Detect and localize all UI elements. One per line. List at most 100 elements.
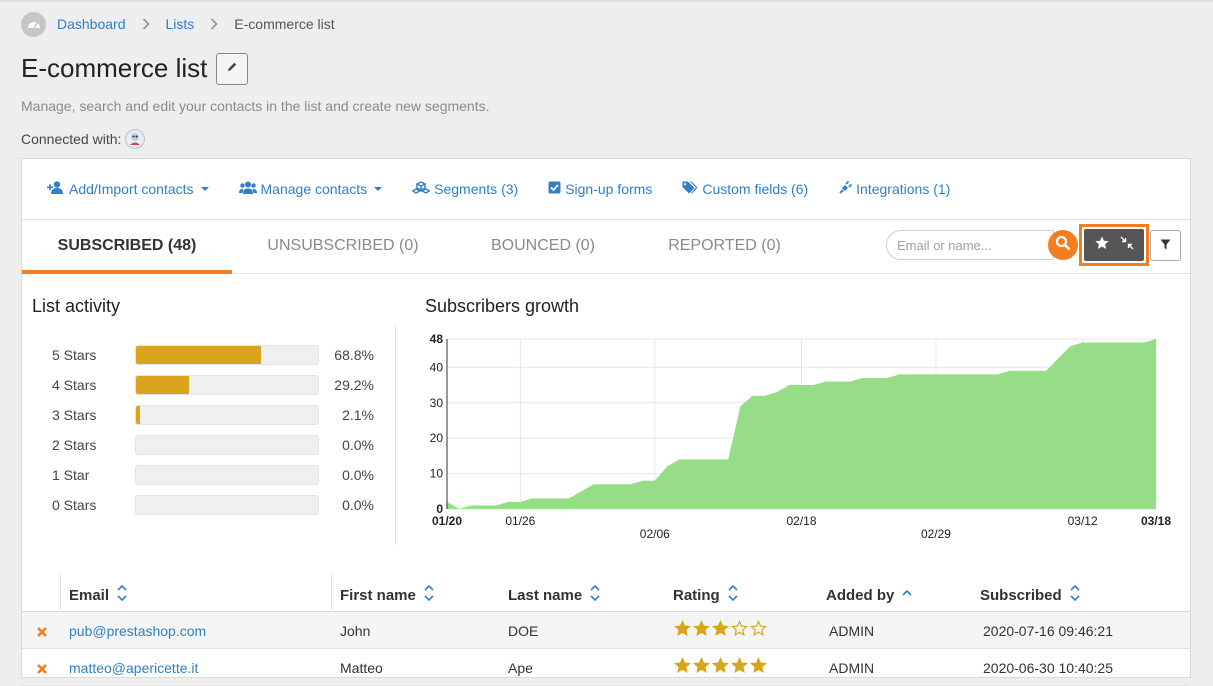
manage-contacts-button[interactable]: Manage contacts [238, 181, 383, 197]
tab-bounced[interactable]: BOUNCED (0) [470, 220, 616, 274]
star-filled-icon[interactable] [712, 657, 729, 677]
sort-icon [728, 584, 738, 606]
contact-email-link[interactable]: pub@prestashop.com [69, 623, 206, 639]
segments-link[interactable]: Segments (3) [411, 180, 518, 198]
search-button[interactable] [1048, 230, 1078, 260]
x-tick-label: 03/12 [1068, 514, 1098, 528]
rating-stars[interactable] [674, 657, 767, 677]
delete-icon[interactable] [36, 662, 48, 678]
rating-bar-row: 2 Stars 0.0% [52, 435, 382, 455]
y-tick-label: 40 [430, 360, 444, 374]
chevron-right-icon [210, 18, 218, 30]
cubes-icon [411, 180, 434, 198]
filter-button[interactable] [1150, 230, 1181, 261]
delete-icon[interactable] [36, 625, 48, 641]
prestashop-logo-icon[interactable] [125, 129, 146, 149]
sort-icon [117, 584, 127, 606]
tab-unsubscribed[interactable]: UNSUBSCRIBED (0) [250, 220, 436, 274]
rating-bar-label: 0 Stars [52, 497, 97, 513]
col-added-by[interactable]: Added by [826, 584, 912, 606]
add-import-contacts-button[interactable]: Add/Import contacts [47, 181, 209, 197]
contact-email-link[interactable]: matteo@apericette.it [69, 660, 198, 676]
integrations-link[interactable]: Integrations (1) [838, 180, 950, 198]
star-icon [1094, 235, 1110, 256]
tab-subscribed[interactable]: SUBSCRIBED (48) [22, 220, 232, 274]
page-title: E-commerce list [21, 53, 208, 83]
connected-with: Connected with: [21, 129, 146, 149]
contact-first-name: Matteo [340, 660, 383, 676]
tags-icon [682, 181, 702, 197]
x-tick-label: 02/18 [786, 514, 816, 528]
rating-bar-label: 2 Stars [52, 437, 97, 453]
rating-bar-track [135, 375, 319, 395]
tab-reported[interactable]: REPORTED (0) [652, 220, 797, 274]
breadcrumb-current: E-commerce list [234, 16, 335, 32]
col-added-by-label: Added by [826, 586, 895, 604]
list-panel: Add/Import contacts Manage contacts Segm… [21, 158, 1191, 686]
star-filled-icon[interactable] [731, 657, 748, 677]
rating-bar-percent: 68.8% [334, 347, 374, 363]
rating-bar-fill [136, 406, 140, 424]
breadcrumb: Dashboard Lists E-commerce list [21, 11, 335, 37]
col-email-label: Email [69, 586, 110, 604]
rating-bar-fill [136, 346, 262, 364]
breadcrumb-dashboard-link[interactable]: Dashboard [57, 16, 126, 32]
star-empty-icon[interactable] [731, 620, 748, 640]
col-email[interactable]: Email [69, 584, 127, 606]
section-divider [395, 325, 396, 545]
plug-icon [838, 180, 856, 198]
star-empty-icon[interactable] [750, 620, 767, 640]
caret-down-icon [200, 187, 209, 191]
search-input[interactable] [886, 230, 1054, 260]
x-tick-label: 02/29 [921, 527, 951, 541]
rating-bar-percent: 2.1% [342, 407, 374, 423]
contact-added-by: ADMIN [829, 623, 875, 639]
custom-fields-link[interactable]: Custom fields (6) [682, 181, 808, 197]
sort-icon [424, 584, 434, 606]
col-subscribed[interactable]: Subscribed [980, 584, 1080, 606]
subscribers-growth-chart: 0102030404801/20 01/2602/0602/1802/2903/1… [430, 334, 1172, 541]
custom-fields-label: Custom fields (6) [702, 181, 809, 197]
column-divider [60, 573, 61, 612]
x-tick-label: 02/06 [640, 527, 670, 541]
rating-bar-track [135, 465, 319, 485]
breadcrumb-lists-link[interactable]: Lists [166, 16, 195, 32]
table-row[interactable]: pub@prestashop.com John DOE ADMIN 2020-0… [22, 612, 1190, 649]
top-border [0, 0, 1213, 2]
col-rating-label: Rating [673, 586, 720, 604]
star-filled-icon[interactable] [674, 620, 691, 640]
dashboard-gauge-icon[interactable] [21, 11, 46, 37]
sort-icon [590, 584, 600, 606]
rating-bar-track [135, 495, 319, 515]
y-tick-label: 30 [430, 396, 444, 410]
col-last-name[interactable]: Last name [508, 584, 600, 606]
contact-first-name: John [340, 623, 371, 639]
rating-bar-row: 4 Stars 29.2% [52, 375, 382, 395]
rating-bar-fill [136, 376, 190, 394]
rating-view-toggle-button[interactable] [1079, 224, 1149, 266]
col-subscribed-label: Subscribed [980, 586, 1062, 604]
chevron-right-icon [142, 18, 150, 30]
contact-subscribed-date: 2020-07-16 09:46:21 [983, 623, 1113, 639]
manage-contacts-label: Manage contacts [260, 181, 368, 197]
star-filled-icon[interactable] [693, 657, 710, 677]
edit-title-button[interactable] [216, 53, 248, 85]
star-filled-icon[interactable] [712, 620, 729, 640]
table-header: Email First name Last name Rating Added … [22, 573, 1190, 612]
rating-bar-track [135, 345, 319, 365]
x-tick-label: 01/26 [505, 514, 535, 528]
connected-label: Connected with: [21, 131, 122, 147]
rating-bar-track [135, 435, 319, 455]
star-filled-icon[interactable] [693, 620, 710, 640]
status-tabs: SUBSCRIBED (48) UNSUBSCRIBED (0) BOUNCED… [22, 220, 1190, 274]
rating-bar-row: 0 Stars 0.0% [52, 495, 382, 515]
rating-bar-track [135, 405, 319, 425]
signup-forms-link[interactable]: Sign-up forms [548, 181, 652, 197]
contact-last-name: DOE [508, 623, 539, 639]
action-bar: Add/Import contacts Manage contacts Segm… [22, 159, 1190, 220]
rating-stars[interactable] [674, 620, 767, 640]
col-first-name[interactable]: First name [340, 584, 434, 606]
col-rating[interactable]: Rating [673, 584, 738, 606]
star-filled-icon[interactable] [750, 657, 767, 677]
star-filled-icon[interactable] [674, 657, 691, 677]
